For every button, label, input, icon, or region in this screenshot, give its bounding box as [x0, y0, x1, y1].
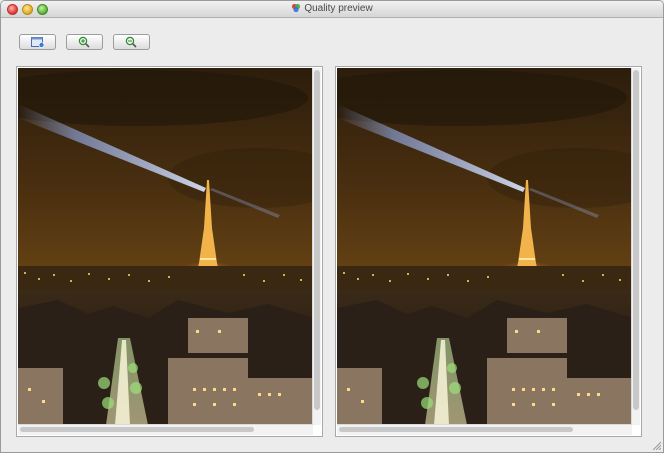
quality-preview-window: Quality preview	[0, 0, 664, 453]
vertical-scrollbar[interactable]	[631, 68, 640, 425]
window-title: Quality preview	[304, 3, 373, 14]
window-title-container: Quality preview	[1, 3, 663, 15]
vertical-scroll-thumb[interactable]	[633, 70, 639, 410]
vertical-scrollbar[interactable]	[312, 68, 321, 425]
horizontal-scrollbar[interactable]	[337, 424, 632, 435]
magnifier-minus-icon	[125, 36, 137, 48]
horizontal-scroll-thumb[interactable]	[20, 427, 254, 432]
compressed-preview-panel[interactable]	[335, 66, 642, 437]
title-bar[interactable]: Quality preview	[1, 1, 663, 18]
horizontal-scroll-thumb[interactable]	[339, 427, 573, 432]
color-wheel-icon	[292, 3, 301, 13]
eiffel-tower-night-photo[interactable]	[337, 68, 632, 425]
resize-grip-icon[interactable]	[651, 440, 661, 450]
eiffel-tower-night-photo[interactable]	[18, 68, 313, 425]
open-image-button[interactable]	[19, 34, 56, 50]
horizontal-scrollbar[interactable]	[18, 424, 313, 435]
magnifier-plus-icon	[78, 36, 90, 48]
zoom-in-button[interactable]	[66, 34, 103, 50]
zoom-out-button[interactable]	[113, 34, 150, 50]
image-window-icon	[30, 36, 44, 48]
original-preview-panel[interactable]	[16, 66, 323, 437]
vertical-scroll-thumb[interactable]	[314, 70, 320, 410]
